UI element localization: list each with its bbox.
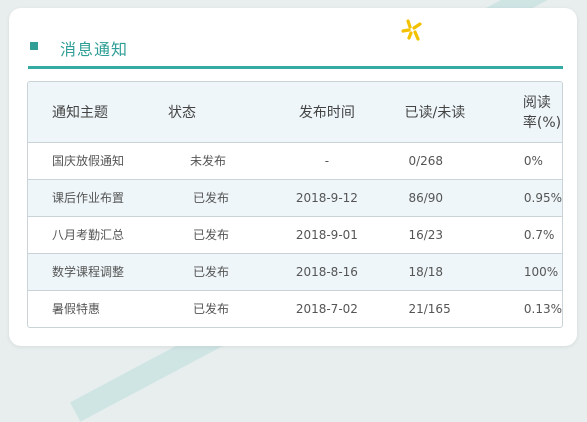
cell-rate: 0.13% [523, 301, 562, 316]
title-bullet-icon [30, 42, 38, 50]
table-row[interactable]: 暑假特惠 已发布 2018-7-02 21/165 0.13% [28, 290, 562, 327]
sparkle-icon [401, 19, 422, 41]
cell-time: 2018-7-02 [295, 301, 358, 316]
notification-table: 通知主题 状态 发布时间 已读/未读 阅读率(%) 国庆放假通知 未发布 - 0… [27, 81, 563, 328]
cell-status: 已发布 [167, 179, 273, 217]
panel-title: 消息通知 [60, 40, 129, 59]
cell-status: 已发布 [192, 302, 229, 317]
column-header-time: 发布时间 [272, 82, 382, 143]
cell-rate: 0.95% [512, 179, 562, 217]
cell-status: 已发布 [167, 253, 273, 291]
cell-time: 2018-9-12 [272, 179, 382, 217]
cell-rate: 0% [512, 142, 562, 180]
cell-time: - [272, 142, 382, 180]
cell-read: 86/90 [381, 179, 513, 217]
panel-header: 消息通知 [28, 34, 563, 69]
cell-rate: 0.7% [512, 216, 562, 254]
notification-card: 消息通知 通知主题 状态 发布时间 已读/未读 阅读率(%) 国庆放假通知 未发… [9, 8, 577, 346]
cell-rate: 100% [512, 253, 562, 291]
column-header-read: 已读/未读 [381, 82, 513, 143]
table-row[interactable]: 课后作业布置 已发布 2018-9-12 86/90 0.95% [28, 179, 562, 217]
cell-status: 已发布 [167, 216, 273, 254]
column-header-topic: 通知主题 [28, 82, 168, 143]
table-row[interactable]: 数学课程调整 已发布 2018-8-16 18/18 100% [28, 253, 562, 291]
cell-topic: 数学课程调整 [28, 253, 168, 291]
table-header-row: 通知主题 状态 发布时间 已读/未读 阅读率(%) [28, 82, 562, 143]
cell-status: 未发布 [167, 142, 273, 180]
column-header-status: 状态 [167, 82, 273, 143]
table-row[interactable]: 国庆放假通知 未发布 - 0/268 0% [28, 142, 562, 180]
table-row[interactable]: 八月考勤汇总 已发布 2018-9-01 16/23 0.7% [28, 216, 562, 254]
cell-topic: 课后作业布置 [28, 179, 168, 217]
cell-time: 2018-8-16 [272, 253, 382, 291]
cell-read: 0/268 [381, 142, 513, 180]
cell-topic: 八月考勤汇总 [28, 216, 168, 254]
cell-time: 2018-9-01 [272, 216, 382, 254]
cell-topic: 国庆放假通知 [28, 142, 168, 180]
cell-read: 18/18 [381, 253, 513, 291]
cell-read: 21/165 [408, 301, 451, 316]
cell-read: 16/23 [381, 216, 513, 254]
column-header-rate: 阅读率(%) [512, 82, 562, 143]
cell-topic: 暑假特惠 [52, 302, 101, 317]
